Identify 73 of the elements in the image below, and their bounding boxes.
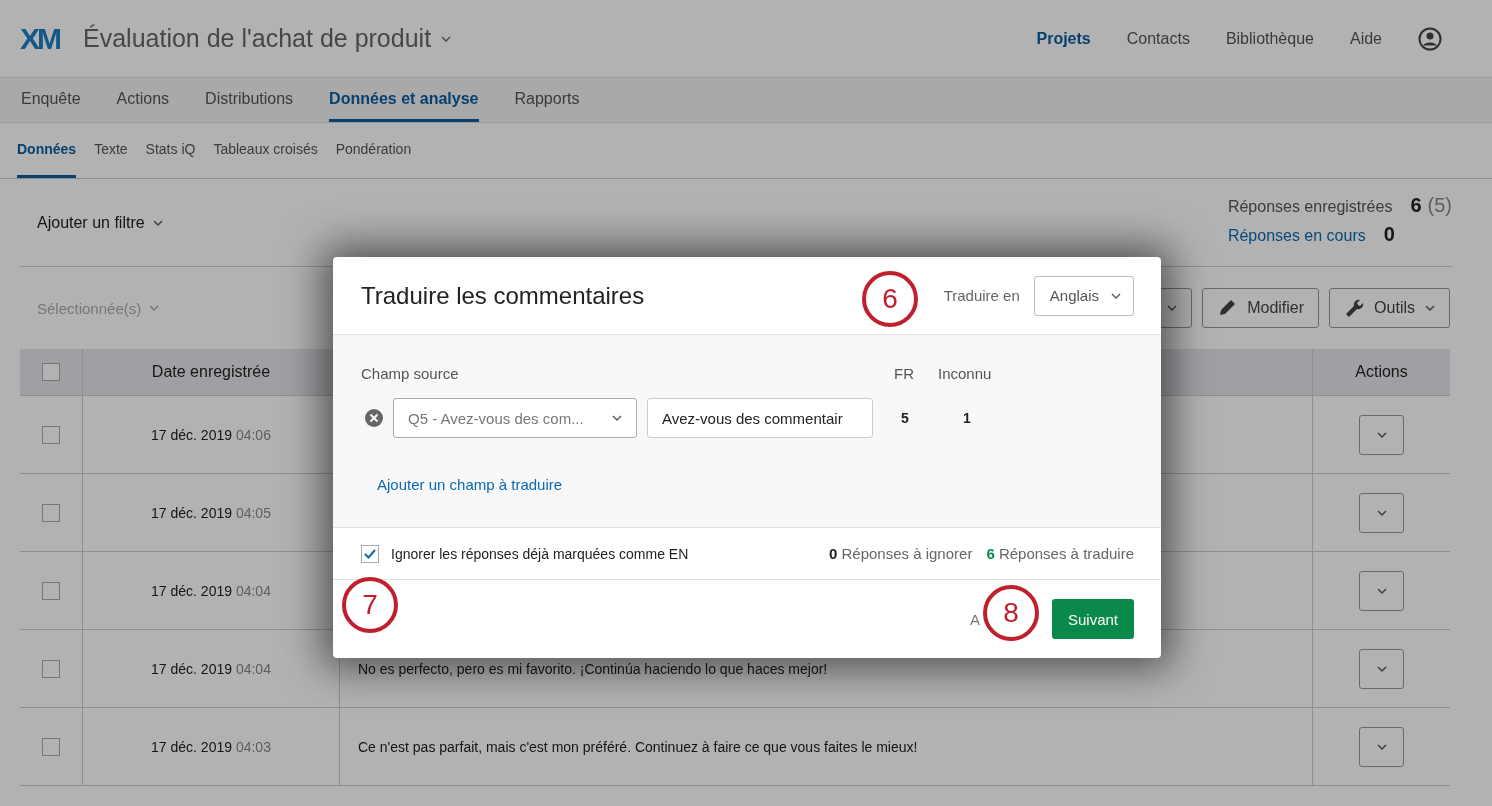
dialog-title: Traduire les commentaires xyxy=(361,281,645,310)
tab[interactable]: Rapports xyxy=(514,78,580,122)
stat-value: 0 xyxy=(1383,223,1395,246)
row-actions-button[interactable] xyxy=(1359,414,1404,455)
tab[interactable]: Distributions xyxy=(205,78,294,122)
toolbar-button[interactable]: Outils xyxy=(1329,288,1450,328)
wrench-icon xyxy=(1344,298,1365,318)
add-filter-button[interactable]: Ajouter un filtre xyxy=(20,179,180,267)
sub-tab[interactable]: Pondération xyxy=(335,123,412,178)
caret-icon xyxy=(1425,303,1435,313)
tab[interactable]: Données et analyse xyxy=(329,78,479,122)
sub-tab[interactable]: Tableaux croisés xyxy=(213,123,318,178)
step-marker: 7 xyxy=(342,577,398,633)
source-label: Champ source xyxy=(361,365,460,382)
language-select[interactable]: Anglais xyxy=(1033,275,1134,316)
row-actions-button[interactable] xyxy=(1359,648,1404,689)
checkbox[interactable] xyxy=(42,425,60,444)
cancel-link[interactable]: A xyxy=(969,610,980,628)
row-actions-button[interactable] xyxy=(1359,492,1404,533)
ignored-count: 0 Réponses à ignorer xyxy=(828,545,973,562)
column-header: Date enregistrée xyxy=(151,363,271,381)
logo[interactable]: XM xyxy=(20,21,59,56)
pencil-icon xyxy=(1217,298,1238,318)
next-button[interactable]: Suivant xyxy=(1051,599,1134,639)
caret-icon xyxy=(1167,303,1178,313)
date-cell: 17 déc. 2019 04:05 xyxy=(151,504,271,521)
checkbox[interactable] xyxy=(42,503,60,522)
label-field[interactable]: Avez-vous des commentair xyxy=(647,398,873,438)
target-label: Traduire en xyxy=(943,287,1020,304)
row-actions-button[interactable] xyxy=(1359,726,1404,767)
checkbox[interactable] xyxy=(42,363,60,381)
stat-extra: (5) xyxy=(1427,194,1452,217)
sub-tab[interactable]: Texte xyxy=(94,123,128,178)
checkbox[interactable] xyxy=(42,659,60,678)
checkbox[interactable] xyxy=(42,581,60,600)
row-actions-button[interactable] xyxy=(1359,570,1404,611)
comment-cell: Ce n'est pas parfait, mais c'est mon préféré. Continuez à faire ce que vous faites le mieux! xyxy=(358,738,918,755)
checkbox[interactable] xyxy=(361,544,379,563)
count-header: FR xyxy=(894,365,915,382)
user-icon[interactable] xyxy=(1418,26,1442,51)
count-value: 1 xyxy=(962,410,972,426)
nav-link[interactable]: Bibliothèque xyxy=(1225,29,1314,48)
nav-link[interactable]: Contacts xyxy=(1126,29,1190,48)
caret-icon xyxy=(612,413,622,423)
stat-value: 6 xyxy=(1410,194,1422,217)
date-cell: 17 déc. 2019 04:04 xyxy=(151,582,271,599)
count-header: Inconnu xyxy=(938,365,993,382)
stat-link[interactable]: Réponses en cours xyxy=(1227,227,1366,245)
project-title[interactable]: Évaluation de l'achat de produit xyxy=(83,24,432,53)
tab[interactable]: Enquête xyxy=(21,78,81,122)
sub-tab[interactable]: Stats iQ xyxy=(145,123,196,178)
step-marker: 8 xyxy=(983,585,1039,641)
date-cell: 17 déc. 2019 04:06 xyxy=(151,426,271,443)
caret-icon xyxy=(149,303,160,313)
add-field-link[interactable]: Ajouter un champ à traduire xyxy=(377,476,563,493)
caret-icon xyxy=(152,218,163,228)
date-cell: 17 déc. 2019 04:04 xyxy=(151,660,271,677)
date-cell: 17 déc. 2019 04:03 xyxy=(151,738,271,755)
ignore-label: Ignorer les réponses déjà marquées comme EN xyxy=(391,545,690,562)
tab[interactable]: Actions xyxy=(116,78,170,122)
nav-link[interactable]: Aide xyxy=(1349,29,1382,48)
source-select[interactable]: Q5 - Avez-vous des com... xyxy=(393,398,637,438)
count-value: 5 xyxy=(900,410,910,426)
translate-count: 6 Réponses à traduire xyxy=(986,545,1134,562)
sub-tab[interactable]: Données xyxy=(17,123,77,178)
toolbar-button[interactable]: Modifier xyxy=(1202,288,1320,328)
checkbox[interactable] xyxy=(42,737,60,756)
nav-link[interactable]: Projets xyxy=(1036,29,1091,48)
remove-icon[interactable] xyxy=(365,409,383,427)
column-header: Actions xyxy=(1355,363,1408,381)
comment-cell: No es perfecto, pero es mi favorito. ¡Continúa haciendo lo que haces mejor! xyxy=(358,660,828,677)
step-marker: 6 xyxy=(862,271,918,327)
stat-label: Réponses enregistrées xyxy=(1227,198,1393,216)
